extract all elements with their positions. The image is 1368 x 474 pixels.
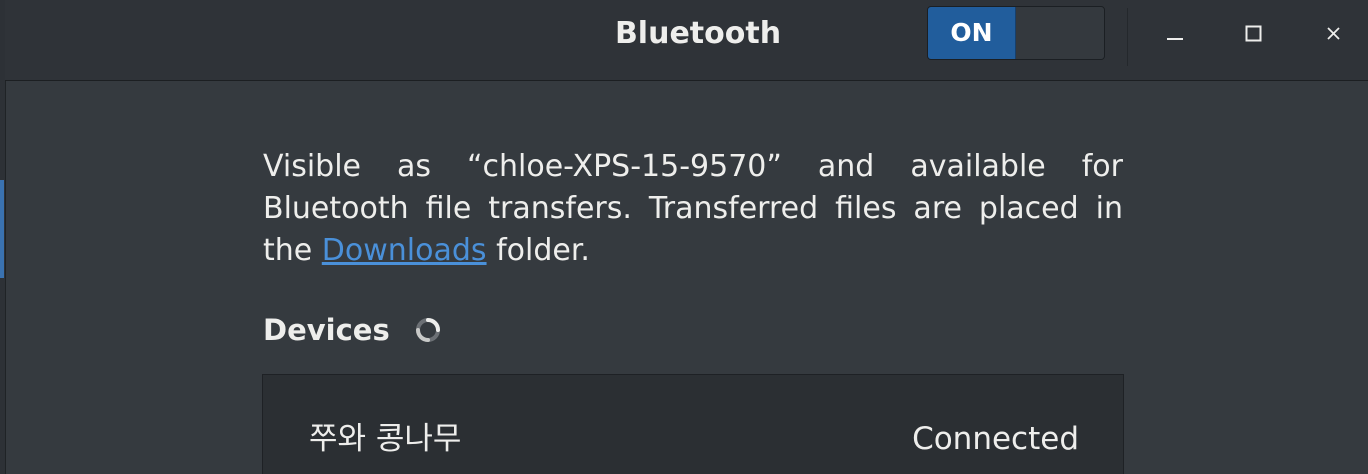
minimize-icon xyxy=(1167,38,1183,40)
loading-spinner-icon xyxy=(416,318,440,342)
close-icon xyxy=(1327,27,1340,40)
downloads-link[interactable]: Downloads xyxy=(322,233,487,268)
close-button[interactable] xyxy=(1314,14,1354,54)
switch-slider-handle[interactable] xyxy=(1016,7,1104,59)
bluetooth-window: Bluetooth ON Visible as “chloe-XPS-15-95… xyxy=(0,0,1368,474)
sidebar-selected-indicator xyxy=(0,180,4,278)
switch-on-label: ON xyxy=(928,7,1016,59)
maximize-button[interactable] xyxy=(1234,14,1274,54)
bluetooth-toggle-switch[interactable]: ON xyxy=(927,6,1105,60)
header-bar: Bluetooth ON xyxy=(5,0,1368,81)
devices-heading: Devices xyxy=(263,313,390,347)
window-title: Bluetooth xyxy=(614,16,782,51)
maximize-icon xyxy=(1245,25,1262,42)
device-row[interactable]: 쭈와 콩나무 Connected xyxy=(263,375,1123,474)
device-status: Connected xyxy=(912,421,1079,457)
minimize-button[interactable] xyxy=(1155,14,1195,54)
header-separator xyxy=(1127,8,1128,66)
visibility-info-text: Visible as “chloe-XPS-15-9570” and avail… xyxy=(263,146,1123,272)
device-name: 쭈와 콩나무 xyxy=(309,421,462,457)
device-list: 쭈와 콩나무 Connected xyxy=(262,374,1124,474)
info-text-end: folder. xyxy=(486,233,590,268)
